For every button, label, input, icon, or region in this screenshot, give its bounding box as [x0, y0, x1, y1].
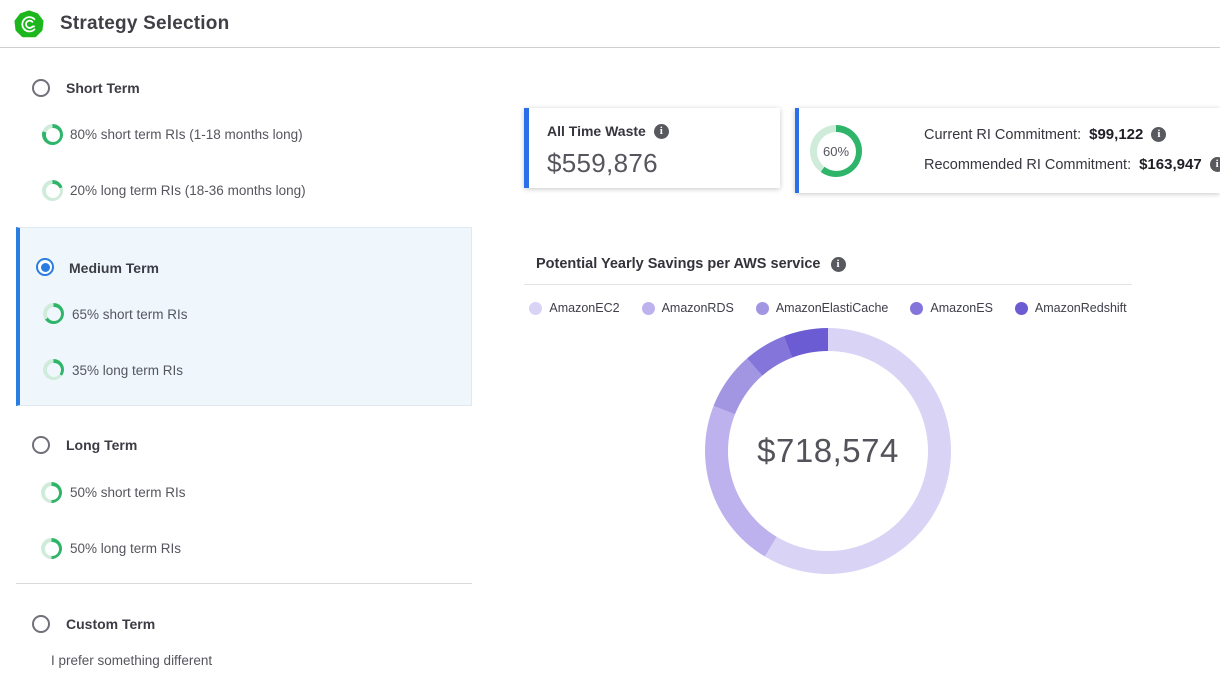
sub-option-label: 50% long term RIs [70, 541, 181, 556]
recommended-commitment-row: Recommended RI Commitment: $163,947 [924, 156, 1220, 173]
waste-card-title: All Time Waste [547, 123, 646, 139]
chart-legend: AmazonEC2 AmazonRDS AmazonElastiCache Am… [524, 301, 1132, 315]
page-title: Strategy Selection [60, 13, 229, 35]
chart-title: Potential Yearly Savings per AWS service [536, 256, 821, 272]
legend-dot [1015, 302, 1028, 315]
ri-commitment-card: 60% Current RI Commitment: $99,122 Recom… [795, 108, 1220, 193]
info-icon[interactable] [1151, 127, 1166, 142]
app-logo [14, 9, 44, 39]
progress-ring-50-short [41, 482, 62, 503]
sub-option-label: 50% short term RIs [70, 485, 186, 500]
info-icon[interactable] [654, 124, 669, 139]
all-time-waste-card: All Time Waste $559,876 [524, 108, 780, 188]
sub-option-label: 65% short term RIs [72, 307, 188, 322]
legend-item-amazonelasticache[interactable]: AmazonElastiCache [756, 301, 889, 315]
legend-dot [756, 302, 769, 315]
app-header: Strategy Selection [0, 0, 1220, 48]
option-label-medium-term[interactable]: Medium Term [69, 260, 159, 276]
donut-center-value: $718,574 [757, 432, 899, 470]
legend-item-amazonredshift[interactable]: AmazonRedshift [1015, 301, 1127, 315]
divider [16, 583, 472, 584]
info-icon[interactable] [831, 257, 846, 272]
legend-dot [910, 302, 923, 315]
option-label-long-term[interactable]: Long Term [66, 437, 137, 453]
recommended-commitment-label: Recommended RI Commitment: [924, 157, 1131, 173]
current-commitment-label: Current RI Commitment: [924, 127, 1081, 143]
progress-ring-50-long [41, 538, 62, 559]
legend-item-amazones[interactable]: AmazonES [910, 301, 993, 315]
legend-item-amazonrds[interactable]: AmazonRDS [642, 301, 734, 315]
waste-card-value: $559,876 [547, 148, 658, 179]
progress-ring-20 [42, 180, 63, 201]
radio-custom-term[interactable] [32, 615, 50, 633]
progress-ring-35 [43, 359, 64, 380]
option-panel-medium-term[interactable]: Medium Term 65% short term RIs 35% long … [16, 227, 472, 406]
commitment-gauge: 60% [810, 125, 862, 177]
recommended-commitment-value: $163,947 [1139, 156, 1202, 173]
savings-donut-chart[interactable]: $718,574 [705, 328, 951, 574]
progress-ring-65 [43, 303, 64, 324]
radio-long-term[interactable] [32, 436, 50, 454]
sub-option-label: 35% long term RIs [72, 363, 183, 378]
sub-option-label: 80% short term RIs (1-18 months long) [70, 127, 303, 142]
legend-dot [529, 302, 542, 315]
current-commitment-value: $99,122 [1089, 126, 1143, 143]
gauge-label: 60% [823, 144, 849, 159]
current-commitment-row: Current RI Commitment: $99,122 [924, 126, 1166, 143]
radio-short-term[interactable] [32, 79, 50, 97]
radio-medium-term[interactable] [36, 258, 54, 276]
info-icon[interactable] [1210, 157, 1220, 172]
divider [524, 284, 1132, 285]
option-label-custom-term[interactable]: Custom Term [66, 616, 155, 632]
option-label-short-term[interactable]: Short Term [66, 80, 140, 96]
legend-dot [642, 302, 655, 315]
custom-term-description: I prefer something different [51, 653, 212, 668]
progress-ring-80 [42, 124, 63, 145]
sub-option-label: 20% long term RIs (18-36 months long) [70, 183, 306, 198]
legend-item-amazonec2[interactable]: AmazonEC2 [529, 301, 619, 315]
